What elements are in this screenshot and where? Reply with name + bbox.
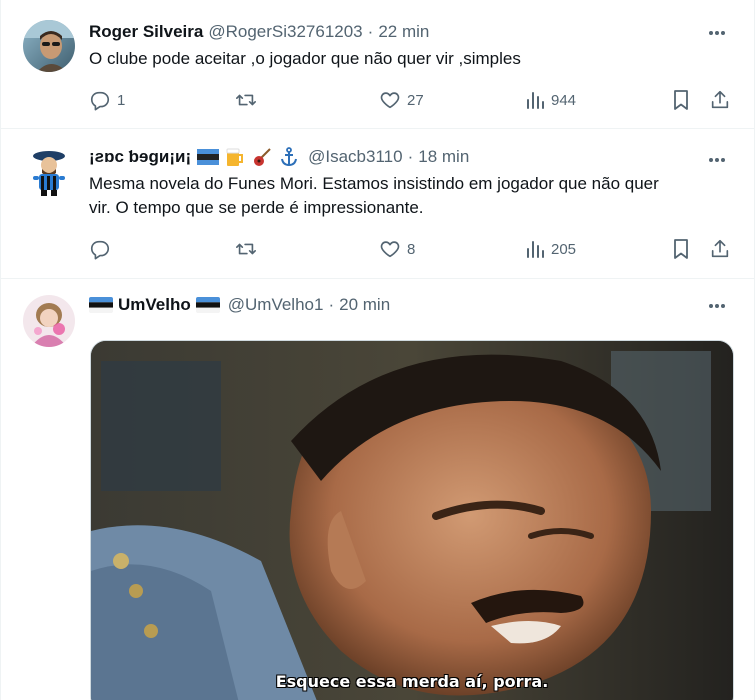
retweet-button[interactable] xyxy=(234,238,264,260)
author-handle[interactable]: @UmVelho1 xyxy=(228,295,324,315)
tweet-header: Roger Silveira @RogerSi32761203 · 22 min xyxy=(89,20,738,44)
reply-button[interactable]: 1 xyxy=(89,89,125,111)
author-handle[interactable]: @RogerSi32761203 xyxy=(208,22,362,42)
retweet-button[interactable] xyxy=(234,89,264,111)
tweet-actions: 1 27 944 xyxy=(89,79,738,121)
estonia-flag-icon xyxy=(89,297,113,313)
separator: · xyxy=(407,147,414,166)
bookmark-button[interactable] xyxy=(671,238,691,260)
tweet-text-line: vir. O tempo que se perde é impressionan… xyxy=(89,198,424,217)
author-name[interactable]: UmVelho xyxy=(118,295,191,315)
separator: · xyxy=(367,22,374,41)
avatar[interactable] xyxy=(23,295,75,347)
heart-icon xyxy=(380,92,400,109)
retweet-icon xyxy=(236,94,256,106)
avatar[interactable] xyxy=(23,20,75,72)
like-count: 8 xyxy=(407,240,416,258)
reply-icon xyxy=(90,240,110,260)
tweet-header: UmVelho @UmVelho1 · 20 min xyxy=(89,293,738,317)
views-button[interactable]: 205 xyxy=(525,239,576,259)
views-chart-icon xyxy=(527,241,544,258)
like-count: 27 xyxy=(407,91,424,109)
reply-button[interactable] xyxy=(89,238,117,260)
bookmark-icon xyxy=(674,90,688,110)
timestamp[interactable]: 22 min xyxy=(378,22,429,42)
guitar-icon xyxy=(254,148,271,166)
like-button[interactable]: 27 xyxy=(379,89,424,111)
separator: · xyxy=(328,295,335,314)
views-button[interactable]: 944 xyxy=(525,90,576,110)
tweet-header: ¡ƨɒc ƅɘgᴎ¡ᴎ¡ @Isacb3110 · 18 min xyxy=(89,145,738,169)
more-options-button[interactable] xyxy=(706,149,728,171)
more-options-button[interactable] xyxy=(706,22,728,44)
author-name[interactable]: ¡ƨɒc ƅɘgᴎ¡ᴎ¡ xyxy=(89,147,191,167)
share-button[interactable] xyxy=(709,89,731,111)
like-button[interactable]: 8 xyxy=(379,238,415,260)
share-button[interactable] xyxy=(709,238,731,260)
bookmark-icon xyxy=(674,239,688,259)
tweet-actions: 8 205 xyxy=(89,228,738,270)
avatar[interactable] xyxy=(23,147,75,199)
author-name[interactable]: Roger Silveira xyxy=(89,22,203,42)
estonia-flag-icon xyxy=(195,297,220,313)
timeline: Roger Silveira @RogerSi32761203 · 22 min… xyxy=(0,0,755,700)
more-horizontal-icon xyxy=(709,304,725,308)
timestamp[interactable]: 20 min xyxy=(339,295,390,315)
reply-count: 1 xyxy=(117,91,126,109)
share-icon xyxy=(711,90,729,109)
name-emojis xyxy=(197,146,300,168)
tweet-2[interactable]: ¡ƨɒc ƅɘgᴎ¡ᴎ¡ @Isacb3110 · 18 min Mesma n… xyxy=(1,129,754,279)
tweet-text: O clube pode aceitar ,o jogador que não … xyxy=(89,49,521,68)
tweet-text: Mesma novela do Funes Mori. Estamos insi… xyxy=(89,172,738,220)
views-count: 205 xyxy=(551,240,577,258)
beer-icon xyxy=(226,148,244,166)
more-horizontal-icon xyxy=(709,158,725,162)
retweet-icon xyxy=(236,243,256,255)
views-chart-icon xyxy=(527,92,544,109)
bookmark-button[interactable] xyxy=(671,89,691,111)
author-handle[interactable]: @Isacb3110 xyxy=(308,147,402,167)
meme-image xyxy=(91,341,733,700)
timestamp[interactable]: 18 min xyxy=(418,147,469,167)
meme-subtitle: Esquece essa merda aí, porra. xyxy=(275,672,549,691)
tweet-1[interactable]: Roger Silveira @RogerSi32761203 · 22 min… xyxy=(1,0,754,129)
share-icon xyxy=(711,239,729,258)
reply-icon xyxy=(90,91,110,111)
anchor-icon xyxy=(281,147,298,167)
flag-icon xyxy=(197,149,220,165)
more-options-button[interactable] xyxy=(706,295,728,317)
heart-icon xyxy=(380,241,400,258)
more-horizontal-icon xyxy=(709,31,725,35)
tweet-media-image[interactable]: Esquece essa merda aí, porra. xyxy=(90,340,734,700)
views-count: 944 xyxy=(551,91,577,109)
tweet-text-line: Mesma novela do Funes Mori. Estamos insi… xyxy=(89,174,659,193)
